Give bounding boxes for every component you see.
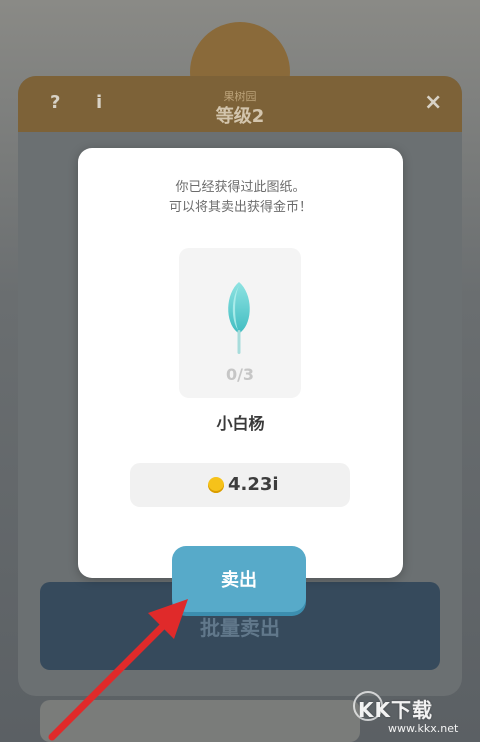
price-amount: 4.23i [228,474,279,495]
close-icon[interactable]: × [424,90,442,115]
item-name: 小白杨 [216,414,265,433]
red-arrow-icon [48,599,188,741]
level-label: 等级2 [215,106,265,127]
watermark-url: www.kkx.net [388,722,459,735]
gold-coin-icon [208,477,224,493]
item-progress: 0/3 [225,365,255,384]
sell-dialog: 你已经获得过此图纸。 可以将其卖出获得金币！ 0/3 小白杨 4.23i [78,148,403,578]
dialog-message: 你已经获得过此图纸。 可以将其卖出获得金币！ [78,178,403,218]
price-box: 4.23i [130,463,350,507]
info-icon[interactable]: i [96,92,102,113]
poplar-tree-icon [228,282,250,354]
help-icon[interactable]: ? [50,92,60,113]
dialog-message-line1: 你已经获得过此图纸。 [175,180,306,195]
watermark-text: KK下载 [358,698,433,722]
item-card: 0/3 [179,248,301,398]
dialog-message-line2: 可以将其卖出获得金币！ [168,200,312,215]
